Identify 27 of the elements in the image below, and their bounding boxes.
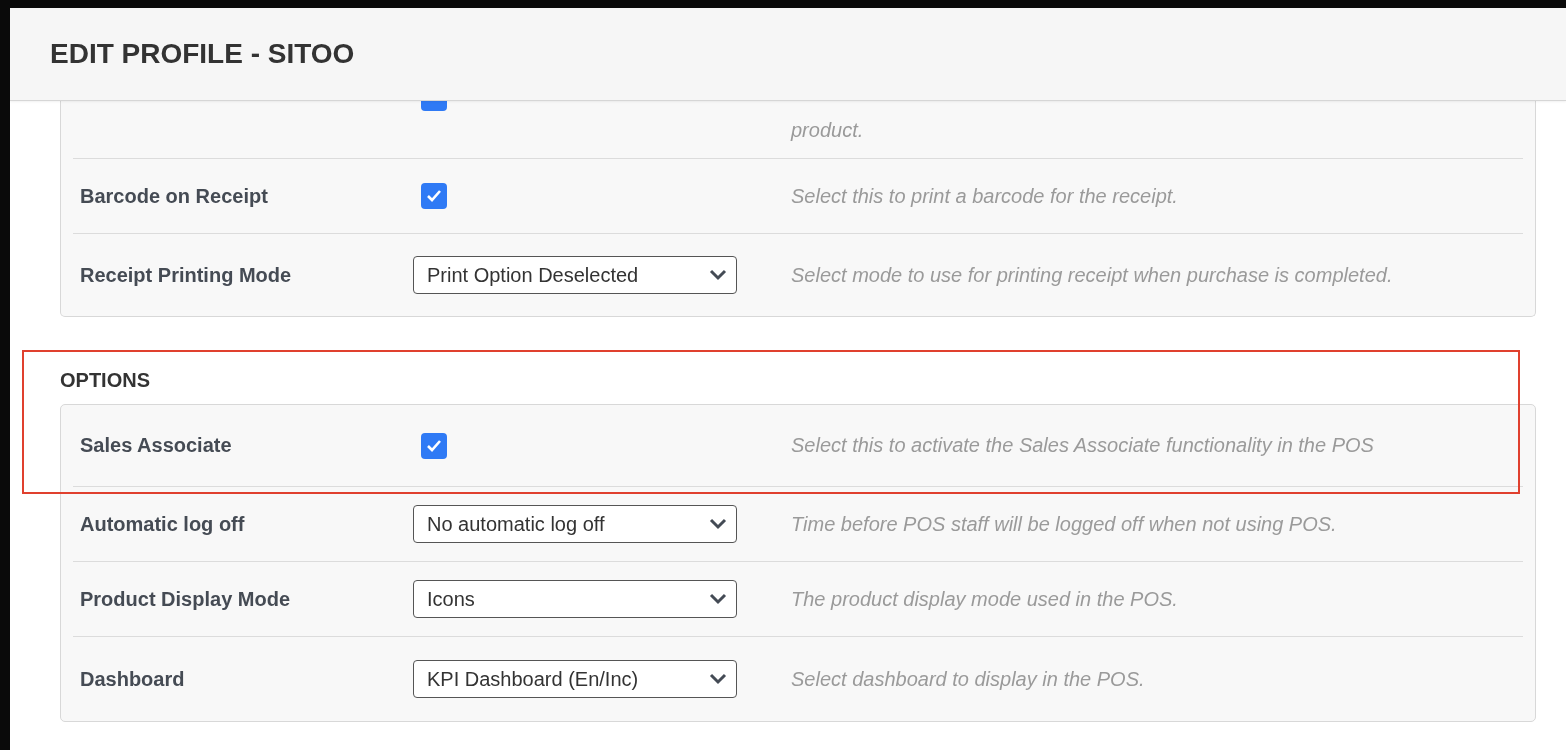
chevron-down-icon [708, 672, 728, 686]
dropdown-select[interactable]: Icons [413, 580, 737, 618]
dropdown-select[interactable]: Print Option Deselected [413, 256, 737, 294]
checkbox[interactable] [421, 183, 447, 209]
checkmark-icon [426, 438, 442, 453]
setting-description: Select this to print a barcode for the receipt. [791, 184, 1179, 208]
setting-description: Time before POS staff will be logged off when not using POS. [791, 512, 1338, 536]
setting-description: product. [791, 119, 865, 143]
page-title: EDIT PROFILE - SITOO [50, 38, 355, 70]
setting-label: Automatic log off [79, 512, 246, 536]
section-heading: OPTIONS [60, 369, 151, 392]
setting-label: Dashboard [79, 667, 186, 691]
chevron-down-icon [708, 268, 728, 282]
checkbox[interactable] [421, 432, 447, 459]
checkmark-icon [426, 189, 442, 203]
chevron-down-icon [708, 517, 728, 531]
setting-label: Receipt Printing Mode [79, 263, 293, 287]
setting-label: Product Display Mode [79, 587, 292, 611]
setting-description: Select mode to use for printing receipt when purchase is completed. [791, 263, 1394, 287]
setting-description: Select dashboard to display in the POS. [791, 667, 1146, 691]
setting-description: Select this to activate the Sales Associate functionality in the POS [791, 434, 1375, 457]
chevron-down-icon [708, 592, 728, 606]
setting-label: Sales Associate [79, 434, 233, 457]
setting-description: The product display mode used in the POS. [791, 587, 1179, 611]
dropdown-select[interactable]: No automatic log off [413, 505, 737, 543]
setting-label: Barcode on Receipt [79, 184, 269, 208]
dropdown-select[interactable]: KPI Dashboard (En/Inc) [413, 660, 737, 698]
